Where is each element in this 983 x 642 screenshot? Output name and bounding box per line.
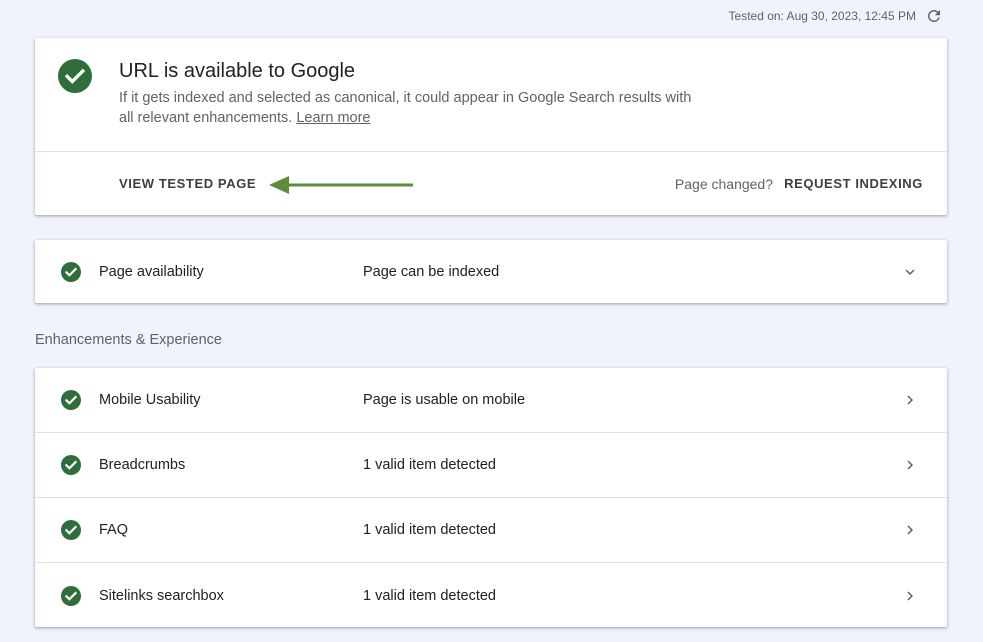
enhancements-card: Mobile Usability Page is usable on mobil… (35, 368, 947, 627)
status-description: If it gets indexed and selected as canon… (119, 88, 699, 128)
page-availability-row[interactable]: Page availability Page can be indexed (35, 240, 947, 303)
status-actions: VIEW TESTED PAGE Page changed? REQUEST I… (35, 152, 947, 215)
check-circle-icon (61, 455, 81, 475)
learn-more-link[interactable]: Learn more (296, 110, 370, 126)
page-changed-label: Page changed? (674, 176, 773, 192)
status-description-text: If it gets indexed and selected as canon… (119, 90, 692, 126)
tested-on-text: Tested on: Aug 30, 2023, 12:45 PM (728, 9, 916, 23)
chevron-right-icon[interactable] (901, 587, 919, 605)
row-label: FAQ (99, 522, 129, 538)
enhancement-row-breadcrumbs[interactable]: Breadcrumbs 1 valid item detected (35, 433, 947, 498)
status-card: URL is available to Google If it gets in… (35, 38, 947, 215)
status-title: URL is available to Google (119, 60, 356, 82)
check-circle-icon (58, 59, 92, 93)
request-indexing-button[interactable]: REQUEST INDEXING (784, 176, 923, 191)
enhancements-heading: Enhancements & Experience (35, 332, 222, 348)
chevron-down-icon[interactable] (901, 263, 919, 281)
check-circle-icon (61, 261, 81, 282)
row-value: 1 valid item detected (363, 587, 496, 604)
page-availability-card: Page availability Page can be indexed (35, 240, 947, 303)
view-tested-page-button[interactable]: VIEW TESTED PAGE (119, 176, 256, 191)
row-value: 1 valid item detected (363, 522, 496, 538)
check-circle-icon (61, 390, 81, 410)
row-label: Mobile Usability (99, 392, 201, 408)
status-summary: URL is available to Google If it gets in… (35, 38, 947, 152)
chevron-right-icon[interactable] (901, 521, 919, 539)
chevron-right-icon[interactable] (901, 391, 919, 409)
chevron-right-icon[interactable] (901, 456, 919, 474)
row-label: Page availability (99, 263, 204, 280)
enhancement-row-sitelinks-searchbox[interactable]: Sitelinks searchbox 1 valid item detecte… (35, 563, 947, 628)
row-label: Sitelinks searchbox (99, 587, 224, 604)
row-value: 1 valid item detected (363, 457, 496, 473)
tested-on-bar: Tested on: Aug 30, 2023, 12:45 PM (729, 7, 943, 25)
refresh-icon[interactable] (925, 7, 943, 25)
row-label: Breadcrumbs (99, 457, 186, 473)
row-value: Page can be indexed (363, 263, 500, 280)
check-circle-icon (61, 520, 81, 540)
check-circle-icon (61, 585, 81, 606)
enhancement-row-faq[interactable]: FAQ 1 valid item detected (35, 498, 947, 563)
row-value: Page is usable on mobile (363, 392, 526, 408)
arrow-left-icon (269, 176, 413, 194)
enhancement-row-mobile-usability[interactable]: Mobile Usability Page is usable on mobil… (35, 368, 947, 433)
